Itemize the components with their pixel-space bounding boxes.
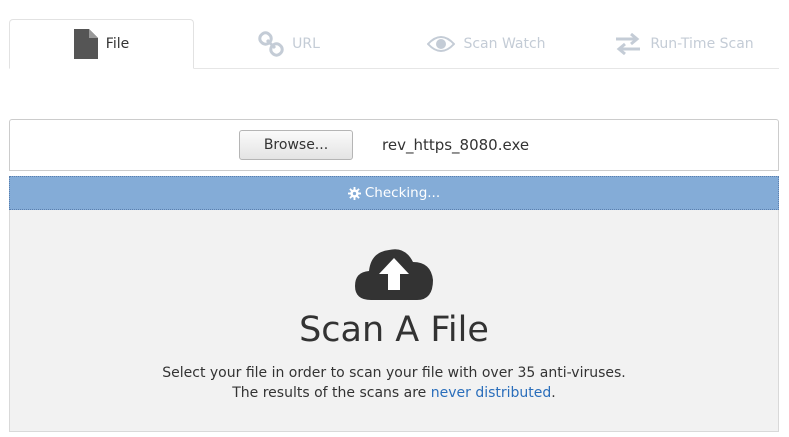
tab-scan-watch[interactable]: Scan Watch (394, 19, 579, 69)
file-icon (73, 29, 98, 59)
description-line-2: The results of the scans are never distr… (10, 383, 778, 403)
scan-type-tabs: File URL Scan Watch Run-Time Scan (9, 19, 779, 69)
checking-progress-bar: Checking... (9, 176, 779, 210)
description-line-1: Select your file in order to scan your f… (162, 365, 626, 381)
progress-label: Checking... (364, 185, 441, 201)
gear-icon (347, 186, 361, 200)
browse-button[interactable]: Browse... (239, 130, 353, 160)
file-picker: Browse... rev_https_8080.exe (9, 119, 779, 171)
tab-url[interactable]: URL (224, 19, 354, 69)
scan-description: Select your file in order to scan your f… (10, 363, 778, 403)
scan-drop-area[interactable]: Scan A File Select your file in order to… (9, 210, 779, 432)
tab-url-label: URL (292, 36, 320, 52)
tab-file-label: File (105, 36, 130, 52)
description-line-2-prefix: The results of the scans are (232, 385, 431, 401)
description-line-2-suffix: . (551, 385, 556, 401)
tab-run-time-scan-label: Run-Time Scan (650, 36, 754, 52)
never-distributed-link[interactable]: never distributed (431, 385, 552, 401)
link-icon (258, 31, 284, 57)
tab-scan-watch-label: Scan Watch (463, 36, 546, 52)
exchange-arrows-icon (614, 33, 642, 55)
page-title: Scan A File (299, 310, 489, 350)
selected-file-name: rev_https_8080.exe (382, 136, 530, 154)
cloud-upload-icon (355, 244, 433, 302)
eye-icon (427, 35, 456, 53)
tab-file[interactable]: File (9, 19, 194, 69)
tab-run-time-scan[interactable]: Run-Time Scan (599, 19, 769, 69)
